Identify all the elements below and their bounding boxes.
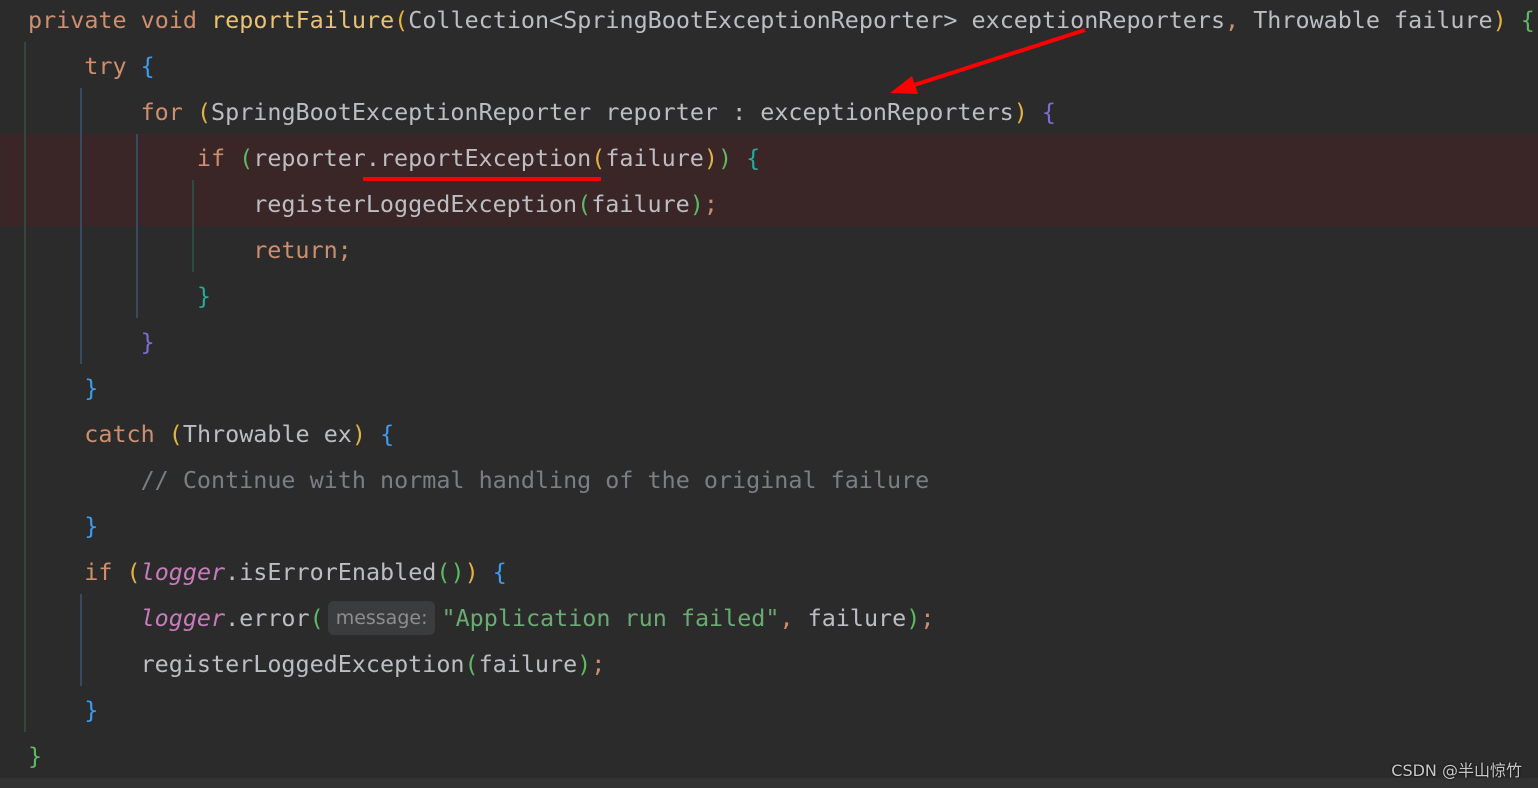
annotation-arrow-line bbox=[904, 28, 1086, 90]
watermark: CSDN @半山惊竹 bbox=[1391, 761, 1522, 780]
footer-bar bbox=[0, 778, 1538, 788]
annotation-arrow-head bbox=[890, 76, 918, 94]
annotation-layer bbox=[363, 28, 1086, 181]
